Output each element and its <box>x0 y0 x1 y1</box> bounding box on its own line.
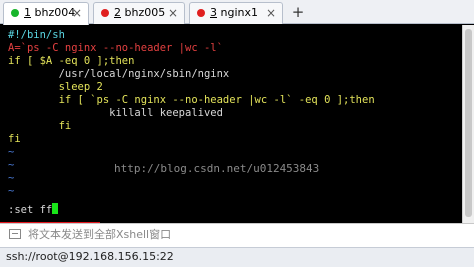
disconnected-status-icon <box>197 9 205 17</box>
status-bar: ssh://root@192.168.156.15:22 <box>0 247 474 267</box>
empty-line-marker: ~ <box>8 159 15 171</box>
compose-icon <box>9 229 21 239</box>
vim-command: :set ff <box>8 204 53 216</box>
watermark: http://blog.csdn.net/u012453843 <box>114 162 320 175</box>
terminal-scrollbar[interactable] <box>462 25 474 223</box>
scrollbar-thumb[interactable] <box>465 29 472 217</box>
vim-command-line: :set ff <box>8 203 59 216</box>
terminal-line: killall keepalived <box>8 107 223 119</box>
connection-address: ssh://root@192.168.156.15:22 <box>6 250 174 263</box>
tab-bhz005[interactable]: 2 bhz005 × <box>93 2 185 24</box>
tab-number: 3 <box>210 6 217 19</box>
connected-status-icon <box>11 9 19 17</box>
empty-line-marker: ~ <box>8 185 15 197</box>
tab-number: 1 <box>24 6 31 19</box>
tab-label: bhz004 <box>34 6 76 19</box>
session-tab-bar: 1 bhz004 × 2 bhz005 × 3 nginx1 × + <box>0 0 474 25</box>
terminal-line: #!/bin/sh <box>8 29 65 41</box>
empty-line-marker: ~ <box>8 146 15 158</box>
tab-label: bhz005 <box>124 6 166 19</box>
tab-number: 2 <box>114 6 121 19</box>
terminal-line: /usr/local/nginx/sbin/nginx <box>8 68 230 80</box>
add-tab-button[interactable]: + <box>289 3 307 21</box>
terminal-line: A=`ps -C nginx --no-header |wc -l` <box>8 42 223 54</box>
tab-bhz004[interactable]: 1 bhz004 × <box>3 2 89 25</box>
terminal-area[interactable]: #!/bin/sh A=`ps -C nginx --no-header |wc… <box>0 25 462 223</box>
compose-bar[interactable]: 将文本发送到全部Xshell窗口 <box>0 223 474 247</box>
tab-label: nginx1 <box>220 6 259 19</box>
tab-nginx1[interactable]: 3 nginx1 × <box>189 2 283 24</box>
close-tab-icon[interactable]: × <box>266 3 276 23</box>
terminal-line: if [ $A -eq 0 ];then <box>8 55 135 67</box>
terminal-line: fi <box>8 133 21 145</box>
terminal-line: fi <box>8 120 72 132</box>
disconnected-status-icon <box>101 9 109 17</box>
empty-line-marker: ~ <box>8 172 15 184</box>
cursor <box>52 203 59 214</box>
compose-input[interactable]: 将文本发送到全部Xshell窗口 <box>28 227 171 243</box>
terminal-line: if [ `ps -C nginx --no-header |wc -l` -e… <box>8 94 375 106</box>
close-tab-icon[interactable]: × <box>72 3 82 23</box>
close-tab-icon[interactable]: × <box>168 3 178 23</box>
terminal-line: sleep 2 <box>8 81 103 93</box>
